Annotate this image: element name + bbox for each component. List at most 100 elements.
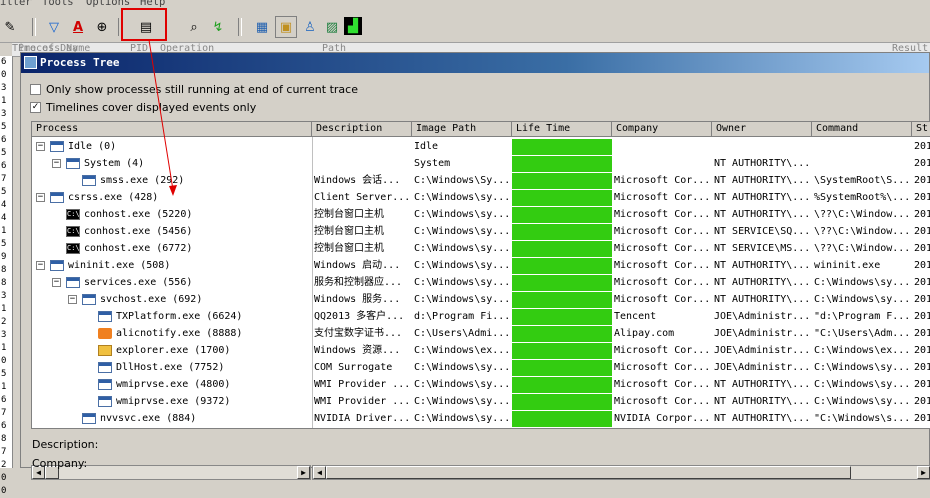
details-horizontal-scrollbar[interactable]: ◀ ▶ bbox=[312, 465, 930, 480]
gutter-row: 3 bbox=[1, 330, 7, 340]
cell-start: 201 bbox=[914, 311, 930, 322]
process-name: services.exe (556) bbox=[84, 277, 193, 288]
process-row[interactable]: − services.exe (556) 服务和控制器应... C:\Windows\… bbox=[32, 274, 930, 291]
cell-command: "C:\Users\Adm... bbox=[814, 328, 910, 339]
process-name: wmiprvse.exe (4800) bbox=[116, 379, 231, 390]
column-header-process[interactable]: Process bbox=[32, 122, 312, 137]
process-row[interactable]: TXPlatform.exe (6624) QQ2013 多客户... d:\Pro… bbox=[32, 308, 930, 325]
cell-start: 201 bbox=[914, 277, 930, 288]
process-row[interactable]: C:\ conhost.exe (5220) 控制台窗口主机 C:\Windows\s… bbox=[32, 206, 930, 223]
cell-command: \??\C:\Window... bbox=[814, 243, 910, 254]
column-header-owner[interactable]: Owner bbox=[712, 122, 812, 137]
process-row[interactable]: − wininit.exe (508) Windows 启动... C:\Window… bbox=[32, 257, 930, 274]
profiling-icon[interactable]: ▟ bbox=[344, 17, 362, 35]
column-header-image-path[interactable]: Image Path bbox=[412, 122, 512, 137]
column-header-command[interactable]: Command bbox=[812, 122, 912, 137]
collapse-toggle-icon[interactable]: − bbox=[52, 278, 61, 287]
process-tree-window-icon bbox=[24, 56, 37, 69]
title-bar[interactable]: Process Tree bbox=[21, 53, 929, 73]
process-row[interactable]: DllHost.exe (7752) COM Surrogate C:\Window… bbox=[32, 359, 930, 376]
collapse-toggle-icon[interactable]: − bbox=[36, 261, 45, 270]
process-name: conhost.exe (5456) bbox=[84, 226, 193, 237]
network-activity-icon[interactable]: ♙ bbox=[300, 17, 320, 37]
cell-owner: NT AUTHORITY\... bbox=[714, 260, 810, 271]
gutter-row: 3 bbox=[1, 83, 7, 93]
option-timelines[interactable]: ✓ Timelines cover displayed events only bbox=[30, 101, 256, 114]
cell-image-path: C:\Windows\sy... bbox=[414, 243, 510, 254]
find-icon[interactable]: ⌕ bbox=[184, 17, 204, 37]
lifetime-bar bbox=[512, 173, 612, 189]
menu-item-tools[interactable]: Tools bbox=[42, 0, 74, 8]
process-row[interactable]: alicnotify.exe (8888) 支付宝数字证书... C:\Users\… bbox=[32, 325, 930, 342]
highlight-icon[interactable]: A bbox=[68, 17, 88, 37]
registry-activity-icon[interactable]: ▦ bbox=[252, 17, 272, 37]
cell-image-path: C:\Windows\Sy... bbox=[414, 175, 510, 186]
cell-image-path: System bbox=[414, 158, 451, 169]
file-activity-icon[interactable]: ▣ bbox=[275, 16, 297, 38]
column-header-start[interactable]: St bbox=[912, 122, 930, 137]
target-icon[interactable]: ⊕ bbox=[92, 17, 112, 37]
gutter-row: 8 bbox=[1, 434, 7, 444]
lifetime-bar bbox=[512, 190, 612, 206]
process-row[interactable]: wmiprvse.exe (4800) WMI Provider ... C:\Wi… bbox=[32, 376, 930, 393]
properties-icon[interactable]: ✎ bbox=[0, 17, 20, 37]
collapse-toggle-icon[interactable]: − bbox=[36, 193, 45, 202]
menu-item-help[interactable]: Help bbox=[140, 0, 165, 8]
menu-item-options[interactable]: Options bbox=[86, 0, 130, 8]
cell-company: Microsoft Cor... bbox=[614, 294, 710, 305]
running-at-end-checkbox[interactable] bbox=[30, 84, 41, 95]
description-label: Description: bbox=[32, 438, 99, 451]
process-row[interactable]: − svchost.exe (692) Windows 服务... C:\Window… bbox=[32, 291, 930, 308]
collapse-toggle-icon[interactable]: − bbox=[52, 159, 61, 168]
collapse-toggle-icon[interactable]: − bbox=[36, 142, 45, 151]
process-row[interactable]: nvvsvc.exe (884) NVIDIA Driver... C:\Windo… bbox=[32, 410, 930, 427]
process-row[interactable]: wmiprvse.exe (9372) WMI Provider ... C:\Wi… bbox=[32, 393, 930, 410]
option-running-at-end[interactable]: Only show processes still running at end… bbox=[30, 83, 358, 96]
process-name: TXPlatform.exe (6624) bbox=[116, 311, 243, 322]
process-row[interactable]: − csrss.exe (428) Client Server... C:\Windo… bbox=[32, 189, 930, 206]
cell-command: C:\Windows\sy... bbox=[814, 294, 910, 305]
gutter-row: 3 bbox=[1, 291, 7, 301]
event-list-gutter: 6 0 3 1 3 5 6 5 6 7 5 4 4 1 5 9 8 8 3 1 2 3 1 0 5 1 6 7 6 8 7 2 0 0 bbox=[0, 56, 13, 496]
cell-image-path: C:\Windows\sy... bbox=[414, 260, 510, 271]
cell-owner: NT AUTHORITY\... bbox=[714, 413, 810, 424]
process-row[interactable]: C:\ conhost.exe (6772) 控制台窗口主机 C:\Windows\s… bbox=[32, 240, 930, 257]
gutter-row: 5 bbox=[1, 187, 7, 197]
process-row[interactable]: − System (4) System NT AUTHORITY\... 201 bbox=[32, 155, 930, 172]
process-row[interactable]: explorer.exe (1700) Windows 资源... C:\Windo… bbox=[32, 342, 930, 359]
cell-image-path: C:\Windows\sy... bbox=[414, 379, 510, 390]
gutter-row: 7 bbox=[1, 408, 7, 418]
menu-item-filter[interactable]: ilter bbox=[0, 0, 32, 8]
column-header-life-time[interactable]: Life Time bbox=[512, 122, 612, 137]
gutter-row: 8 bbox=[1, 265, 7, 275]
cell-owner: NT AUTHORITY\... bbox=[714, 277, 810, 288]
cell-description: QQ2013 多客户... bbox=[314, 311, 405, 322]
grid-header: Process Description Image Path Life Time… bbox=[32, 122, 930, 137]
gutter-row: 5 bbox=[1, 122, 7, 132]
cell-description: NVIDIA Driver... bbox=[314, 413, 410, 424]
process-name: Idle (0) bbox=[68, 141, 117, 152]
process-activity-icon[interactable]: ▨ bbox=[322, 17, 342, 37]
collapse-toggle-icon[interactable]: − bbox=[68, 295, 77, 304]
process-row[interactable]: C:\ conhost.exe (5456) 控制台窗口主机 C:\Windows\s… bbox=[32, 223, 930, 240]
cell-command: "d:\Program F... bbox=[814, 311, 910, 322]
column-header-company[interactable]: Company bbox=[612, 122, 712, 137]
timelines-checkbox[interactable]: ✓ bbox=[30, 102, 41, 113]
cell-company: Microsoft Cor... bbox=[614, 362, 710, 373]
company-label: Company: bbox=[32, 457, 88, 470]
cell-company: Microsoft Cor... bbox=[614, 175, 710, 186]
cell-image-path: C:\Windows\sy... bbox=[414, 192, 510, 203]
process-name: csrss.exe (428) bbox=[68, 192, 159, 203]
process-row[interactable]: smss.exe (292) Windows 会话... C:\Windows\Sy… bbox=[32, 172, 930, 189]
gutter-row: 3 bbox=[1, 109, 7, 119]
column-header-description[interactable]: Description bbox=[312, 122, 412, 137]
jump-icon[interactable]: ↯ bbox=[208, 17, 228, 37]
cell-description: 服务和控制器应... bbox=[314, 277, 403, 288]
cell-command bbox=[814, 138, 910, 155]
process-row[interactable]: − Idle (0) Idle 201 bbox=[32, 138, 930, 155]
cell-start: 201 bbox=[914, 141, 930, 152]
cell-description: Windows 会话... bbox=[314, 175, 401, 186]
cell-owner: NT AUTHORITY\... bbox=[714, 209, 810, 220]
filter-icon[interactable]: ▽ bbox=[44, 17, 64, 37]
cell-owner: NT SERVICE\MS... bbox=[714, 243, 810, 254]
